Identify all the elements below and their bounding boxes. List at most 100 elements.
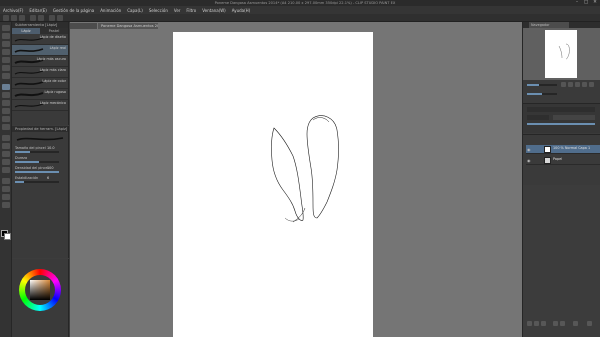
layer-property-controls[interactable] (527, 107, 597, 131)
eyedropper-tool-icon[interactable] (2, 73, 10, 79)
fill-tool-icon[interactable] (2, 143, 10, 149)
brush-item[interactable]: Lápiz rugoso (12, 89, 68, 100)
property-label: Dureza (15, 156, 28, 160)
document-tab[interactable]: Poneme Dangosa Asmuentos 2014* (98, 23, 158, 29)
property-value[interactable]: 10.0 (47, 146, 55, 150)
layer-row[interactable]: ◉ 100 % Normal Capa 1 (526, 145, 600, 154)
rotate-icon[interactable] (582, 82, 587, 87)
flip-icon[interactable] (589, 82, 594, 87)
selection-tool-icon[interactable] (2, 57, 10, 63)
pen-tool-icon[interactable] (2, 84, 10, 90)
operation-tool-icon[interactable] (2, 41, 10, 47)
save-icon[interactable] (19, 15, 25, 21)
fit-icon[interactable] (575, 82, 580, 87)
open-file-icon[interactable] (11, 15, 17, 21)
new-raster-layer-icon[interactable] (527, 321, 532, 326)
menu-file[interactable]: Archivo(F) (3, 8, 23, 13)
new-file-icon[interactable] (3, 15, 9, 21)
menu-animation[interactable]: Animación (100, 8, 121, 13)
move-layer-tool-icon[interactable] (2, 49, 10, 55)
menu-selection[interactable]: Selección (149, 8, 168, 13)
clear-icon[interactable] (49, 15, 55, 21)
brush-list: Lápiz de diseño Lápiz real Lápiz más oscur… (12, 34, 68, 111)
auto-select-tool-icon[interactable] (2, 65, 10, 71)
brush-tool-icon[interactable] (2, 100, 10, 106)
property-slider-fill (15, 161, 40, 163)
rotate-slider[interactable] (527, 91, 557, 97)
drawing-paper[interactable] (173, 32, 373, 337)
layer-row[interactable]: ◉ Papel (526, 156, 600, 165)
balloon-tool-icon[interactable] (2, 194, 10, 200)
brush-stroke-icon (14, 48, 44, 53)
property-slider[interactable] (15, 161, 59, 163)
menu-bar: Archivo(F) Editar(E) Gestión de la págin… (0, 6, 600, 14)
brush-item[interactable]: Lápiz real (12, 45, 68, 56)
zoom-out-icon[interactable] (568, 82, 573, 87)
undo-icon[interactable] (30, 15, 36, 21)
property-slider-fill (15, 181, 24, 183)
hue-ring[interactable] (19, 269, 61, 311)
brush-label: Lápiz rugoso (44, 90, 66, 94)
merge-layer-icon[interactable] (560, 321, 565, 326)
transfer-layer-icon[interactable] (553, 321, 558, 326)
brush-item[interactable]: Lápiz más claro (12, 67, 68, 78)
color-swatch[interactable] (1, 230, 11, 240)
eye-icon[interactable]: ◉ (527, 158, 531, 163)
brush-label: Lápiz más oscuro (36, 57, 66, 61)
menu-filter[interactable]: Filtro (186, 8, 196, 13)
property-value[interactable]: 100 (47, 166, 53, 170)
brush-stroke-preview (16, 137, 64, 141)
tool-strip (0, 22, 12, 337)
sub-color-swatch[interactable] (4, 233, 11, 240)
new-vector-layer-icon[interactable] (534, 321, 539, 326)
thumbnail-sketch (558, 43, 570, 60)
figure-tool-icon[interactable] (2, 159, 10, 165)
property-value[interactable]: 6 (47, 176, 49, 180)
menu-page[interactable]: Gestión de la página (53, 8, 94, 13)
menu-view[interactable]: Ver (174, 8, 181, 13)
property-slider[interactable] (15, 151, 59, 153)
move-tool-icon[interactable] (2, 33, 10, 39)
text-tool-icon[interactable] (2, 186, 10, 192)
zoom-in-icon[interactable] (561, 82, 566, 87)
new-folder-icon[interactable] (541, 321, 546, 326)
correct-line-tool-icon[interactable] (2, 202, 10, 208)
delete-layer-icon[interactable] (587, 321, 592, 326)
menu-help[interactable]: Ayuda(H) (232, 8, 251, 13)
menu-window[interactable]: Ventana(W) (202, 8, 226, 13)
zoom-tool-icon[interactable] (2, 25, 10, 31)
saturation-value-square[interactable] (30, 280, 50, 300)
eye-icon[interactable]: ◉ (527, 147, 531, 152)
brush-item[interactable]: Lápiz mecánico (12, 100, 68, 111)
property-row[interactable]: Estabilización 6 (15, 176, 67, 184)
transform-icon[interactable] (57, 15, 63, 21)
property-row[interactable]: Densidad del pincel 100 (15, 166, 67, 174)
eraser-tool-icon[interactable] (2, 124, 10, 130)
property-slider[interactable] (15, 181, 59, 183)
menu-layer[interactable]: Capa(L) (127, 8, 143, 13)
ruler-tool-icon[interactable] (2, 178, 10, 184)
property-row[interactable]: Dureza (15, 156, 67, 164)
airbrush-tool-icon[interactable] (2, 108, 10, 114)
mask-icon[interactable] (573, 321, 578, 326)
subtool-panel: Subherramienta [Lápiz] Lápiz Pastel Lápi… (12, 22, 69, 125)
brush-item[interactable]: Lápiz más oscuro (12, 56, 68, 67)
zoom-slider[interactable] (527, 82, 557, 88)
layer-list-empty-area (523, 185, 600, 337)
property-label: Tamaño del pincel (15, 146, 46, 150)
property-row[interactable]: Tamaño del pincel 10.0 (15, 146, 67, 154)
decoration-tool-icon[interactable] (2, 116, 10, 122)
blend-tool-icon[interactable] (2, 135, 10, 141)
app-window: Poneme Dangosa Asmuentos 2014* (A4 210.0… (0, 0, 600, 337)
menu-edit[interactable]: Editar(E) (29, 8, 47, 13)
navigator-preview[interactable] (523, 28, 600, 80)
redo-icon[interactable] (38, 15, 44, 21)
pencil-tool-icon[interactable] (2, 92, 10, 98)
navigator-controls (523, 80, 600, 102)
brush-item[interactable]: Lápiz de diseño (12, 34, 68, 45)
gradient-tool-icon[interactable] (2, 151, 10, 157)
property-slider[interactable] (15, 171, 59, 173)
brush-item[interactable]: Lápiz de color (12, 78, 68, 89)
frame-tool-icon[interactable] (2, 167, 10, 173)
brush-label: Lápiz real (49, 46, 66, 50)
